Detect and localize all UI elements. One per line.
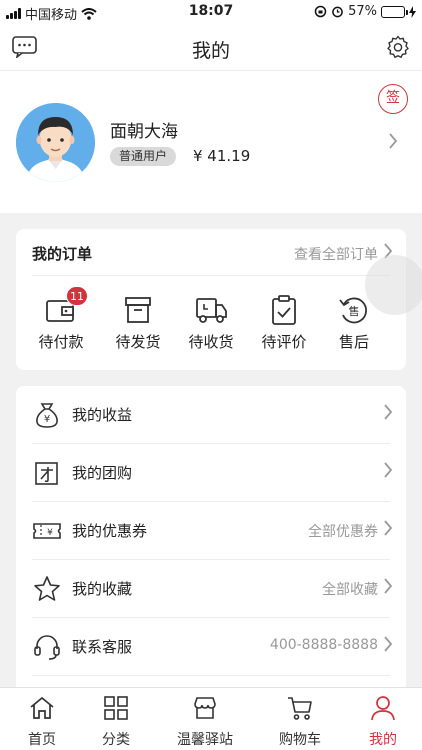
tab-label: 分类 <box>102 732 130 748</box>
menu-item-value: 全部收藏 <box>322 582 378 598</box>
member-level-badge: 普通用户 <box>110 147 177 166</box>
orders-title: 我的订单 <box>32 245 93 263</box>
truck-icon <box>196 298 227 323</box>
tab-home[interactable]: 首页 <box>0 694 84 749</box>
order-pending-receipt[interactable]: 待收货 <box>175 295 247 352</box>
menu-item-value: 全部优惠券 <box>308 524 378 540</box>
charging-icon <box>409 5 416 18</box>
tab-bar: 首页 分类 温馨驿站 购物车 我的 <box>0 687 422 750</box>
menu-item-favorites[interactable]: 我的收藏 全部收藏 <box>16 560 406 618</box>
order-item-label: 待评价 <box>261 333 307 351</box>
coupon-icon: ¥ <box>33 523 61 539</box>
group-buy-icon <box>35 462 58 485</box>
avatar[interactable] <box>16 103 95 182</box>
username: 面朝大海 <box>110 122 178 142</box>
profile-section[interactable]: 面朝大海 普通用户 ¥ 41.19 签 <box>0 71 422 213</box>
order-item-label: 待发货 <box>115 333 161 351</box>
chevron-right-icon <box>384 404 393 420</box>
page-title: 我的 <box>191 40 230 62</box>
star-icon <box>34 576 60 601</box>
orders-card: 我的订单 查看全部订单 11 待付款 待发货 待收货 待评价 售 售后 <box>16 229 406 370</box>
grid-icon <box>104 696 128 720</box>
order-item-label: 待付款 <box>38 333 84 351</box>
after-sales-icon: 售 <box>339 297 368 324</box>
menu-item-customer-service[interactable]: 联系客服 400-8888-8888 <box>16 618 406 676</box>
tab-categories[interactable]: 分类 <box>74 694 158 749</box>
tab-station[interactable]: 温馨驿站 <box>163 694 247 749</box>
tab-label: 我的 <box>369 732 397 748</box>
nav-bar: 我的 <box>0 24 422 71</box>
menu-item-earnings[interactable]: ¥ 我的收益 <box>16 386 406 444</box>
menu-item-label: 我的优惠券 <box>72 522 148 540</box>
clipboard-check-icon <box>272 295 296 325</box>
box-icon <box>125 297 151 323</box>
headset-icon <box>34 635 60 660</box>
tab-label: 首页 <box>28 732 56 748</box>
alarm-icon <box>332 6 343 18</box>
account-balance: ¥ 41.19 <box>193 147 251 165</box>
order-pending-payment[interactable]: 11 待付款 <box>25 286 97 352</box>
unpaid-count-badge: 11 <box>66 286 88 306</box>
menu-item-coupons[interactable]: ¥ 我的优惠券 全部优惠券 <box>16 502 406 560</box>
svg-text:¥: ¥ <box>47 528 53 538</box>
cart-icon <box>288 697 312 720</box>
checkin-button[interactable]: 签 <box>378 84 408 114</box>
menu-item-label: 我的收藏 <box>72 580 133 598</box>
settings-gear-icon[interactable] <box>386 35 410 59</box>
menu-list: ¥ 我的收益 我的团购 ¥ 我的优惠券 全部优惠券 我的收藏 全部收藏 联系客服… <box>16 386 406 706</box>
svg-text:¥: ¥ <box>44 414 50 425</box>
battery-icon <box>381 5 408 18</box>
divider <box>32 275 390 276</box>
menu-item-group-buy[interactable]: 我的团购 <box>16 444 406 502</box>
rotation-lock-icon <box>314 5 327 18</box>
order-item-label: 售后 <box>338 333 369 351</box>
status-bar-right: 57% <box>314 4 416 19</box>
chevron-right-icon <box>384 636 393 652</box>
chevron-right-icon <box>384 462 393 478</box>
menu-item-label: 我的收益 <box>72 406 133 424</box>
tab-label: 购物车 <box>279 732 321 748</box>
assistive-touch-button[interactable] <box>365 255 422 315</box>
svg-text:售: 售 <box>349 304 360 318</box>
menu-item-label: 我的团购 <box>72 464 133 482</box>
view-all-orders-link[interactable]: 查看全部订单 <box>294 244 378 264</box>
user-avatar-illustration <box>16 103 95 182</box>
order-item-label: 待收货 <box>188 333 234 351</box>
menu-item-value: 400-8888-8888 <box>269 637 378 653</box>
status-bar: 中国移动 18:07 57% <box>0 0 422 24</box>
money-bag-icon: ¥ <box>36 403 58 428</box>
home-icon <box>30 696 54 719</box>
shop-icon <box>194 697 216 719</box>
order-pending-shipment[interactable]: 待发货 <box>102 295 174 352</box>
tab-cart[interactable]: 购物车 <box>258 694 342 749</box>
menu-item-label: 联系客服 <box>72 638 133 656</box>
chevron-right-icon[interactable] <box>388 133 398 149</box>
chevron-right-icon <box>384 578 393 594</box>
tab-label: 温馨驿站 <box>177 732 233 748</box>
battery-percent: 57% <box>348 4 377 19</box>
chevron-right-icon <box>384 520 393 536</box>
order-pending-review[interactable]: 待评价 <box>248 295 320 352</box>
user-icon <box>371 696 395 721</box>
tab-me[interactable]: 我的 <box>341 694 422 749</box>
